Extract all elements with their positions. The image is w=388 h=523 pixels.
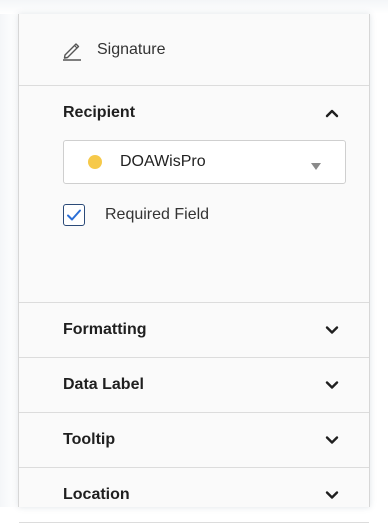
required-field-row: Required Field bbox=[63, 204, 209, 226]
panel-title: Signature bbox=[97, 40, 166, 58]
screen-frame: Signature Recipient DOAWisPro Required F… bbox=[0, 0, 388, 523]
location-section-header[interactable]: Location bbox=[19, 468, 369, 522]
recipient-section: Recipient DOAWisPro Required Field bbox=[19, 86, 369, 303]
recipient-section-body: DOAWisPro Required Field bbox=[19, 140, 369, 302]
chevron-down-icon bbox=[325, 433, 339, 447]
tooltip-section-label: Tooltip bbox=[63, 431, 116, 448]
chevron-down-icon bbox=[325, 488, 339, 502]
tooltip-section-header[interactable]: Tooltip bbox=[19, 413, 369, 467]
tooltip-section: Tooltip bbox=[19, 413, 369, 468]
data-label-section-label: Data Label bbox=[63, 376, 144, 393]
formatting-section-header[interactable]: Formatting bbox=[19, 303, 369, 357]
data-label-section-header[interactable]: Data Label bbox=[19, 358, 369, 412]
recipient-color-dot bbox=[88, 155, 102, 169]
required-field-checkbox[interactable] bbox=[63, 204, 85, 226]
chevron-up-icon bbox=[325, 106, 339, 120]
checkmark-icon bbox=[67, 209, 81, 221]
recipient-select[interactable]: DOAWisPro bbox=[63, 140, 346, 184]
field-properties-panel: Signature Recipient DOAWisPro Required F… bbox=[18, 14, 370, 523]
location-section: Location bbox=[19, 468, 369, 523]
pen-icon bbox=[61, 39, 83, 61]
caret-down-icon bbox=[311, 158, 321, 170]
backdrop-shadow-left bbox=[0, 0, 18, 507]
formatting-section: Formatting bbox=[19, 303, 369, 358]
backdrop-shadow-top bbox=[0, 0, 388, 14]
recipient-select-value: DOAWisPro bbox=[120, 153, 206, 170]
data-label-section: Data Label bbox=[19, 358, 369, 413]
panel-title-row: Signature bbox=[19, 14, 369, 86]
recipient-section-header[interactable]: Recipient bbox=[19, 86, 369, 140]
chevron-down-icon bbox=[325, 323, 339, 337]
location-section-label: Location bbox=[63, 486, 130, 503]
chevron-down-icon bbox=[325, 378, 339, 392]
formatting-section-label: Formatting bbox=[63, 321, 147, 338]
recipient-section-label: Recipient bbox=[63, 104, 136, 121]
required-field-label: Required Field bbox=[105, 206, 210, 223]
